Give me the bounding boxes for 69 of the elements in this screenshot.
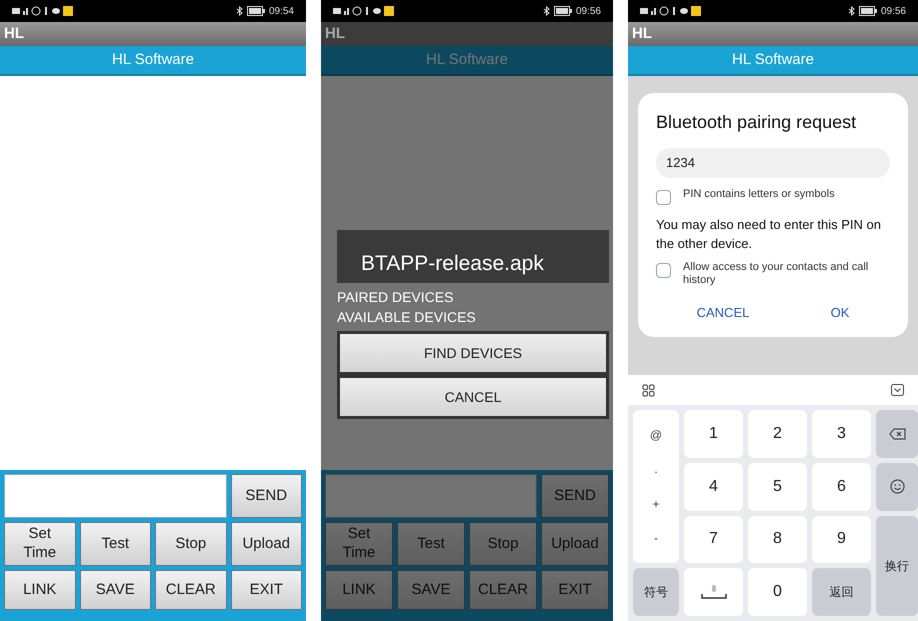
checkbox-label: PIN contains letters or symbols (683, 188, 835, 201)
symbol-key[interactable]: + (652, 494, 660, 513)
app-title: HL (632, 24, 652, 44)
message-input[interactable] (4, 474, 226, 518)
status-icons-drawing (640, 6, 704, 16)
status-time: 09:56 (880, 4, 906, 18)
digit-key[interactable]: 8 (748, 516, 807, 564)
bluetooth-icon (542, 6, 550, 16)
dialog-title: Bluetooth pairing request (656, 111, 858, 134)
checkbox[interactable] (656, 263, 671, 278)
dialog-action[interactable]: OK (822, 303, 858, 322)
status-icons-drawing (333, 6, 397, 16)
action-button[interactable]: EXIT (230, 570, 302, 610)
battery-icon (858, 6, 877, 16)
device-list-label: AVAILABLE DEVICES (337, 308, 477, 327)
status-time: 09:54 (268, 4, 294, 18)
action-button[interactable]: Set Time (4, 522, 76, 566)
status-icons-drawing (12, 6, 76, 16)
digit-key[interactable]: 4 (684, 462, 743, 510)
symbol-key[interactable]: @ (650, 426, 662, 444)
app-title: HL (4, 24, 24, 44)
return-key[interactable]: 返回 (812, 568, 871, 616)
message-input[interactable] (325, 474, 537, 518)
dialog-button[interactable]: FIND DEVICES (340, 334, 606, 372)
pin-field[interactable]: 1234 (656, 148, 890, 178)
symbols-key[interactable]: 符号 (633, 568, 679, 616)
enter-key[interactable]: 换行 (876, 516, 918, 616)
digit-key[interactable]: 7 (684, 516, 743, 564)
space-microphone-icon (698, 584, 728, 600)
header-title: HL Software (732, 50, 814, 70)
digit-key[interactable]: 0 (748, 568, 807, 616)
grid-menu-icon[interactable] (642, 384, 655, 396)
action-button[interactable]: SAVE (80, 570, 151, 610)
action-button[interactable]: CLEAR (155, 570, 226, 610)
smiley-icon (890, 479, 904, 494)
dialog-note: You may also need to enter this PIN on the other device. (656, 216, 882, 253)
backspace-key[interactable] (876, 410, 918, 458)
digit-key[interactable]: 2 (748, 410, 807, 458)
collapse-keyboard-icon[interactable] (891, 384, 904, 396)
dialog-action[interactable]: CANCEL (688, 303, 758, 322)
symbol-key[interactable]: - (654, 529, 658, 548)
device-list-label: PAIRED DEVICES (337, 288, 454, 307)
send-button[interactable]: SEND (230, 474, 302, 518)
checkbox[interactable] (656, 190, 671, 205)
digit-key[interactable]: 5 (748, 462, 807, 510)
digit-key[interactable]: 9 (812, 516, 871, 564)
space-key[interactable] (684, 568, 743, 616)
header-title: HL Software (426, 50, 508, 70)
battery-icon (554, 6, 572, 16)
status-time: 09:56 (576, 4, 601, 18)
action-button[interactable]: Stop (155, 522, 226, 566)
battery-icon (246, 6, 265, 16)
bluetooth-icon (848, 6, 855, 16)
action-button[interactable]: Upload (230, 522, 302, 566)
action-button[interactable]: LINK (4, 570, 76, 610)
bluetooth-icon (236, 6, 243, 16)
digit-key[interactable]: 6 (812, 462, 871, 510)
digit-key[interactable]: 1 (684, 410, 743, 458)
digit-key[interactable]: 3 (812, 410, 871, 458)
dialog-title: BTAPP-release.apk (361, 250, 544, 276)
side-symbol-keys[interactable]: @ . + - (633, 410, 679, 564)
action-button[interactable]: Test (80, 522, 151, 566)
backspace-icon (888, 428, 906, 440)
dialog-button[interactable]: CANCEL (340, 378, 606, 416)
symbol-key[interactable]: . (654, 460, 658, 478)
app-title: HL (325, 24, 345, 44)
header-title: HL Software (112, 50, 194, 70)
checkbox-label: Allow access to your contacts and call history (683, 261, 870, 287)
emoji-key[interactable] (876, 462, 918, 510)
